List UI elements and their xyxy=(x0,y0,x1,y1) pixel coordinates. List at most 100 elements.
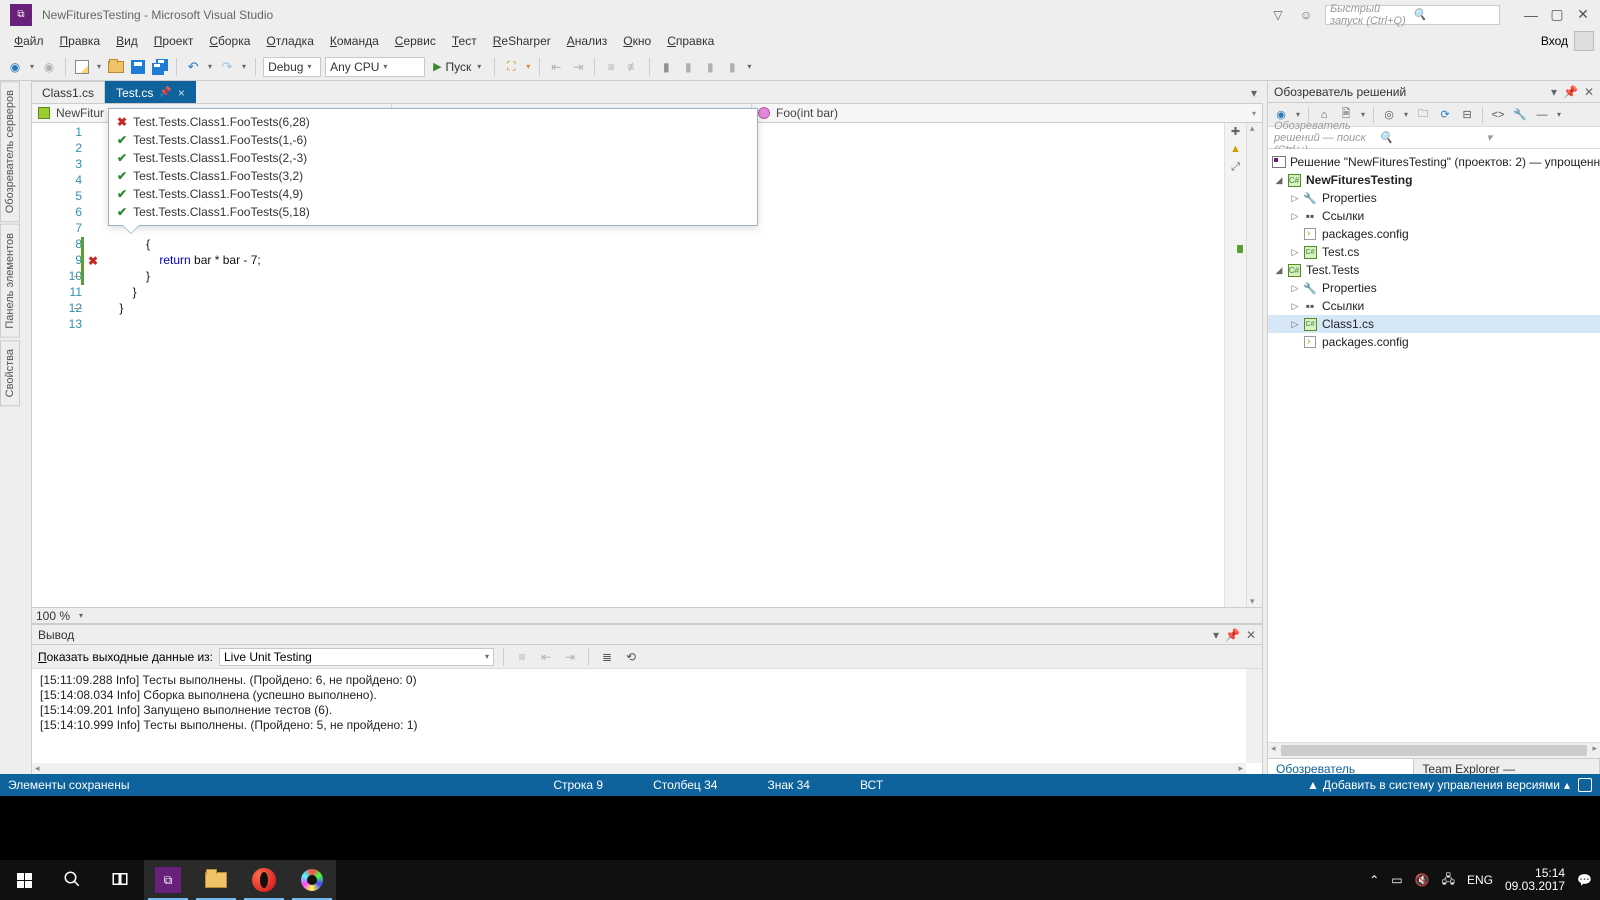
run-button[interactable]: ▶Пуск▾ xyxy=(429,60,487,74)
bookmark-next-icon[interactable]: ▮ xyxy=(701,58,719,76)
tree-item[interactable]: packages.config xyxy=(1268,333,1600,351)
menu-item-отладка[interactable]: Отладка xyxy=(258,31,321,51)
indent-out-icon[interactable]: ⇤ xyxy=(547,58,565,76)
solexp-dropdown-icon[interactable]: ▾ xyxy=(1551,85,1557,99)
uncomment-icon[interactable]: ≢ xyxy=(624,58,642,76)
tree-item[interactable]: ▷C#Test.cs xyxy=(1268,243,1600,261)
login-link[interactable]: Вход xyxy=(1541,34,1568,48)
taskbar-explorer-button[interactable] xyxy=(192,860,240,900)
solexp-horizontal-scrollbar[interactable] xyxy=(1268,742,1600,758)
output-goto-icon[interactable]: ⟲ xyxy=(622,648,640,666)
solexp-scope-icon[interactable]: ◎ xyxy=(1380,106,1398,124)
zoom-dropdown[interactable]: 100 % xyxy=(32,609,87,623)
editor-tab-class1-cs[interactable]: Class1.cs xyxy=(31,81,105,103)
tray-chevron-icon[interactable]: ⌃ xyxy=(1369,873,1379,887)
output-close-icon[interactable]: ✕ xyxy=(1246,628,1256,642)
save-button[interactable] xyxy=(129,58,147,76)
notifications-filter-icon[interactable]: ▽ xyxy=(1269,6,1287,24)
project-node[interactable]: ◢C#NewFituresTesting xyxy=(1268,171,1600,189)
back-button[interactable]: ◉ xyxy=(6,58,24,76)
tree-item[interactable]: packages.config xyxy=(1268,225,1600,243)
solexp-collapse-icon[interactable]: ⊟ xyxy=(1458,106,1476,124)
test-result-row[interactable]: ✔Test.Tests.Class1.FooTests(1,-6) xyxy=(109,131,757,149)
member-context-dropdown[interactable]: Foo(int bar) xyxy=(752,104,1262,122)
output-indent2-icon[interactable]: ⇥ xyxy=(561,648,579,666)
redo-button[interactable]: ↷ xyxy=(218,58,236,76)
tree-item[interactable]: ▷🔧Properties xyxy=(1268,279,1600,297)
new-file-button[interactable] xyxy=(73,58,91,76)
menu-item-правка[interactable]: Правка xyxy=(52,31,109,51)
step-button-1[interactable]: ⛶ xyxy=(502,58,520,76)
comment-icon[interactable]: ≡ xyxy=(602,58,620,76)
menu-item-команда[interactable]: Команда xyxy=(322,31,387,51)
output-pin-icon[interactable]: 📌 xyxy=(1225,628,1240,642)
platform-dropdown[interactable]: Any CPU xyxy=(325,57,425,77)
tool-tab-свойства[interactable]: Свойства xyxy=(0,340,20,406)
test-result-row[interactable]: ✔Test.Tests.Class1.FooTests(5,18) xyxy=(109,203,757,221)
taskbar-vs-button[interactable]: ⧉ xyxy=(144,860,192,900)
tree-item[interactable]: ▷▪▪Ссылки xyxy=(1268,297,1600,315)
expand-icon[interactable]: ⤢ xyxy=(1228,161,1244,177)
menu-item-вид[interactable]: Вид xyxy=(108,31,146,51)
avatar-icon[interactable] xyxy=(1574,31,1594,51)
bookmark-prev-icon[interactable]: ▮ xyxy=(679,58,697,76)
menu-item-анализ[interactable]: Анализ xyxy=(559,31,616,51)
solexp-tree[interactable]: Решение "NewFituresTesting" (проектов: 2… xyxy=(1268,149,1600,742)
menu-item-сервис[interactable]: Сервис xyxy=(387,31,444,51)
bookmark-clear-icon[interactable]: ▮ xyxy=(723,58,741,76)
tray-network-icon[interactable]: 🖧 xyxy=(1442,870,1455,891)
solution-node[interactable]: Решение "NewFituresTesting" (проектов: 2… xyxy=(1268,153,1600,171)
output-indent-icon[interactable]: ⇤ xyxy=(537,648,555,666)
test-result-row[interactable]: ✖Test.Tests.Class1.FooTests(6,28) xyxy=(109,113,757,131)
tool-tab-обозреватель-серверов[interactable]: Обозреватель серверов xyxy=(0,81,20,222)
source-control-button[interactable]: ▲Добавить в систему управления версиями▴ xyxy=(1307,778,1570,792)
config-dropdown[interactable]: Debug xyxy=(263,57,321,77)
output-vertical-scrollbar[interactable] xyxy=(1246,669,1262,763)
open-file-button[interactable] xyxy=(107,58,125,76)
minimize-button[interactable]: — xyxy=(1518,5,1544,25)
task-view-button[interactable] xyxy=(96,860,144,900)
solexp-close-icon[interactable]: ✕ xyxy=(1584,85,1594,99)
undo-button[interactable]: ↶ xyxy=(184,58,202,76)
solexp-preview-icon[interactable]: — xyxy=(1533,106,1551,124)
tray-notifications-icon[interactable]: 💬 xyxy=(1577,873,1592,887)
tray-language[interactable]: ENG xyxy=(1467,873,1493,887)
output-source-dropdown[interactable]: Live Unit Testing xyxy=(219,648,494,666)
status-badge-icon[interactable] xyxy=(1578,778,1592,792)
solexp-showall-icon[interactable]: 🗀 xyxy=(1414,106,1432,124)
menu-item-resharper[interactable]: ReSharper xyxy=(485,31,559,51)
solexp-code-icon[interactable]: <> xyxy=(1489,106,1507,124)
tray-battery-icon[interactable]: ▭ xyxy=(1391,873,1402,887)
quick-launch-input[interactable]: Быстрый запуск (Ctrl+Q) 🔍 xyxy=(1325,5,1500,25)
test-result-row[interactable]: ✔Test.Tests.Class1.FooTests(3,2) xyxy=(109,167,757,185)
tree-item[interactable]: ▷🔧Properties xyxy=(1268,189,1600,207)
save-all-button[interactable] xyxy=(151,58,169,76)
close-icon[interactable]: × xyxy=(178,88,185,98)
editor-tab-test-cs[interactable]: Test.cs📌× xyxy=(105,81,196,103)
solexp-search-input[interactable]: Обозреватель решений — поиск (Ctrl+;) 🔍▾ xyxy=(1268,127,1600,149)
output-wrap-icon[interactable]: ≣ xyxy=(598,648,616,666)
taskbar-search-button[interactable] xyxy=(48,860,96,900)
feedback-icon[interactable]: ☺ xyxy=(1297,6,1315,24)
test-result-row[interactable]: ✔Test.Tests.Class1.FooTests(2,-3) xyxy=(109,149,757,167)
solexp-refresh-icon[interactable]: ⟳ xyxy=(1436,106,1454,124)
menu-item-окно[interactable]: Окно xyxy=(615,31,659,51)
split-icon[interactable]: ✚ xyxy=(1228,125,1244,141)
tree-item[interactable]: ▷C#Class1.cs xyxy=(1268,315,1600,333)
indent-in-icon[interactable]: ⇥ xyxy=(569,58,587,76)
pin-icon[interactable]: 📌 xyxy=(159,87,171,98)
tool-tab-панель-элементов[interactable]: Панель элементов xyxy=(0,224,20,338)
forward-button[interactable]: ◉ xyxy=(40,58,58,76)
menu-item-проект[interactable]: Проект xyxy=(146,31,202,51)
start-button[interactable] xyxy=(0,860,48,900)
close-button[interactable]: ✕ xyxy=(1570,5,1596,25)
test-result-row[interactable]: ✔Test.Tests.Class1.FooTests(4,9) xyxy=(109,185,757,203)
bookmark-icon[interactable]: ▮ xyxy=(657,58,675,76)
taskbar-paint-button[interactable] xyxy=(288,860,336,900)
maximize-button[interactable]: ▢ xyxy=(1544,5,1570,25)
tabs-overflow-icon[interactable]: ▾ xyxy=(1245,83,1263,103)
taskbar-opera-button[interactable] xyxy=(240,860,288,900)
menu-item-тест[interactable]: Тест xyxy=(444,31,485,51)
project-node[interactable]: ◢C#Test.Tests xyxy=(1268,261,1600,279)
tray-clock[interactable]: 15:14 09.03.2017 xyxy=(1505,867,1565,893)
